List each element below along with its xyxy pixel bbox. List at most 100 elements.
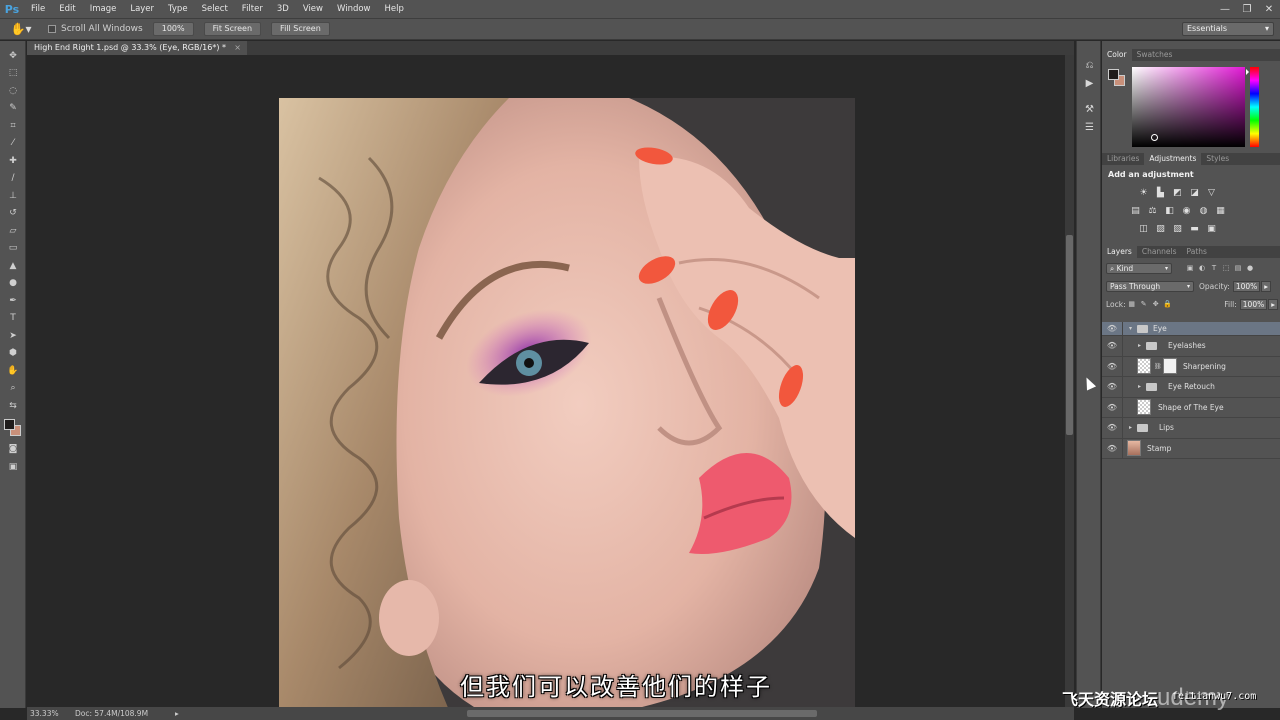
hand-tool-icon[interactable]: ✋: [0, 362, 26, 380]
fit-screen-button[interactable]: Fit Screen: [203, 22, 262, 36]
eyedropper-tool-icon[interactable]: ⁄: [0, 135, 26, 153]
visibility-eye-icon[interactable]: 👁: [1102, 403, 1122, 412]
visibility-eye-icon[interactable]: 👁: [1102, 324, 1122, 333]
layer-lips[interactable]: 👁 ▸ Lips: [1102, 418, 1280, 439]
history-icon[interactable]: ⎌: [1077, 56, 1102, 74]
close-button[interactable]: ✕: [1258, 0, 1280, 18]
lock-transparent-icon[interactable]: ▦: [1126, 299, 1138, 310]
scrollbar-thumb[interactable]: [1066, 235, 1073, 435]
menu-select[interactable]: Select: [195, 0, 235, 18]
hue-slider[interactable]: [1250, 67, 1259, 147]
tab-channels[interactable]: Channels: [1137, 246, 1182, 258]
horizontal-scrollbar[interactable]: [467, 710, 817, 717]
exposure-icon[interactable]: ◪: [1187, 185, 1202, 200]
close-tab-icon[interactable]: ×: [234, 41, 241, 55]
tab-libraries[interactable]: Libraries: [1102, 153, 1144, 165]
gradient-map-icon[interactable]: ▬: [1187, 221, 1202, 236]
fill-input[interactable]: 100%: [1239, 298, 1268, 310]
quick-mask-icon[interactable]: ◙: [0, 441, 26, 459]
dodge-tool-icon[interactable]: ●: [0, 275, 26, 293]
layer-stamp[interactable]: 👁 Stamp: [1102, 438, 1280, 459]
layer-mask-thumbnail[interactable]: [1163, 358, 1177, 375]
layer-eye-retouch[interactable]: 👁 ▸ Eye Retouch: [1102, 377, 1280, 398]
color-swatches[interactable]: [0, 415, 26, 441]
link-icon[interactable]: ⛓: [1154, 363, 1162, 370]
lock-position-icon[interactable]: ✥: [1150, 299, 1162, 310]
menu-help[interactable]: Help: [378, 0, 411, 18]
blend-mode-select[interactable]: Pass Through ▾: [1106, 280, 1194, 292]
zoom-level[interactable]: 33.33%: [27, 709, 75, 718]
blur-tool-icon[interactable]: ▲: [0, 257, 26, 275]
filter-toggle-icon[interactable]: ●: [1244, 263, 1256, 274]
collapsed-triangle-icon[interactable]: ▸: [1135, 342, 1144, 349]
opacity-arrow[interactable]: ▸: [1261, 280, 1272, 292]
move-tool-icon[interactable]: ✥: [0, 47, 26, 65]
adjustment-filter-icon[interactable]: ◐: [1196, 263, 1208, 274]
fill-screen-button[interactable]: Fill Screen: [271, 22, 330, 36]
checkbox-box[interactable]: [48, 25, 56, 33]
menu-window[interactable]: Window: [330, 0, 378, 18]
visibility-eye-icon[interactable]: 👁: [1102, 382, 1122, 391]
visibility-eye-icon[interactable]: 👁: [1102, 362, 1122, 371]
black-white-icon[interactable]: ◧: [1162, 203, 1177, 218]
tab-paths[interactable]: Paths: [1182, 246, 1212, 258]
visibility-eye-icon[interactable]: 👁: [1102, 444, 1122, 453]
selective-color-icon[interactable]: ▣: [1204, 221, 1219, 236]
zoom-100-button[interactable]: 100%: [152, 22, 194, 36]
levels-icon[interactable]: ▙: [1153, 185, 1168, 200]
brightness-contrast-icon[interactable]: ☀: [1136, 185, 1151, 200]
foreground-color-swatch[interactable]: [1108, 69, 1119, 80]
swap-colors-icon[interactable]: ⇆: [0, 397, 26, 415]
menu-3d[interactable]: 3D: [270, 0, 296, 18]
layer-eye[interactable]: 👁 ▾ Eye: [1102, 322, 1280, 336]
color-lookup-icon[interactable]: ▦: [1213, 203, 1228, 218]
lock-all-icon[interactable]: 🔒: [1162, 299, 1174, 310]
path-selection-tool-icon[interactable]: ➤: [0, 327, 26, 345]
layer-sharpening[interactable]: 👁 ⛓ Sharpening: [1102, 356, 1280, 377]
threshold-icon[interactable]: ▧: [1170, 221, 1185, 236]
collapsed-triangle-icon[interactable]: ▸: [1126, 424, 1135, 431]
hue-slider-marker[interactable]: [1246, 69, 1249, 75]
lock-image-icon[interactable]: ✎: [1138, 299, 1150, 310]
layer-eyelashes[interactable]: 👁 ▸ Eyelashes: [1102, 336, 1280, 357]
status-menu-arrow[interactable]: ▸: [175, 709, 189, 718]
menu-edit[interactable]: Edit: [52, 0, 82, 18]
tab-styles[interactable]: Styles: [1201, 153, 1234, 165]
document-tab[interactable]: High End Right 1.psd @ 33.3% (Eye, RGB/1…: [27, 41, 247, 55]
tab-color[interactable]: Color: [1102, 49, 1132, 61]
curves-icon[interactable]: ◩: [1170, 185, 1185, 200]
fill-arrow[interactable]: ▸: [1268, 298, 1278, 310]
gradient-tool-icon[interactable]: ▭: [0, 240, 26, 258]
quick-selection-tool-icon[interactable]: ✎: [0, 100, 26, 118]
eraser-tool-icon[interactable]: ▱: [0, 222, 26, 240]
menu-file[interactable]: File: [24, 0, 52, 18]
screen-mode-icon[interactable]: ▣: [0, 458, 26, 476]
healing-brush-tool-icon[interactable]: ✚: [0, 152, 26, 170]
type-filter-icon[interactable]: T: [1208, 263, 1220, 274]
photo-filter-icon[interactable]: ◉: [1179, 203, 1194, 218]
invert-icon[interactable]: ◫: [1136, 221, 1151, 236]
minimize-button[interactable]: —: [1214, 0, 1236, 18]
menu-filter[interactable]: Filter: [235, 0, 270, 18]
vertical-scrollbar[interactable]: [1065, 55, 1074, 707]
posterize-icon[interactable]: ▨: [1153, 221, 1168, 236]
filter-kind-select[interactable]: ⌕ Kind ▾: [1106, 262, 1172, 274]
smart-object-filter-icon[interactable]: ▤: [1232, 263, 1244, 274]
menu-layer[interactable]: Layer: [123, 0, 161, 18]
visibility-eye-icon[interactable]: 👁: [1102, 341, 1122, 350]
tab-adjustments[interactable]: Adjustments: [1144, 153, 1202, 165]
opacity-input[interactable]: 100%: [1232, 280, 1261, 292]
pen-tool-icon[interactable]: ✒: [0, 292, 26, 310]
menu-view[interactable]: View: [296, 0, 330, 18]
lasso-tool-icon[interactable]: ◌: [0, 82, 26, 100]
restore-button[interactable]: ❐: [1236, 0, 1258, 18]
foreground-color-swatch[interactable]: [4, 418, 15, 430]
color-picker-cursor[interactable]: [1151, 134, 1158, 141]
canvas-area[interactable]: [27, 55, 1065, 707]
expanded-triangle-icon[interactable]: ▾: [1126, 325, 1135, 332]
history-brush-tool-icon[interactable]: ↺: [0, 205, 26, 223]
hue-saturation-icon[interactable]: ▤: [1128, 203, 1143, 218]
menu-type[interactable]: Type: [161, 0, 195, 18]
shape-tool-icon[interactable]: ⬢: [0, 345, 26, 363]
scroll-all-windows-checkbox[interactable]: Scroll All Windows: [48, 24, 143, 34]
